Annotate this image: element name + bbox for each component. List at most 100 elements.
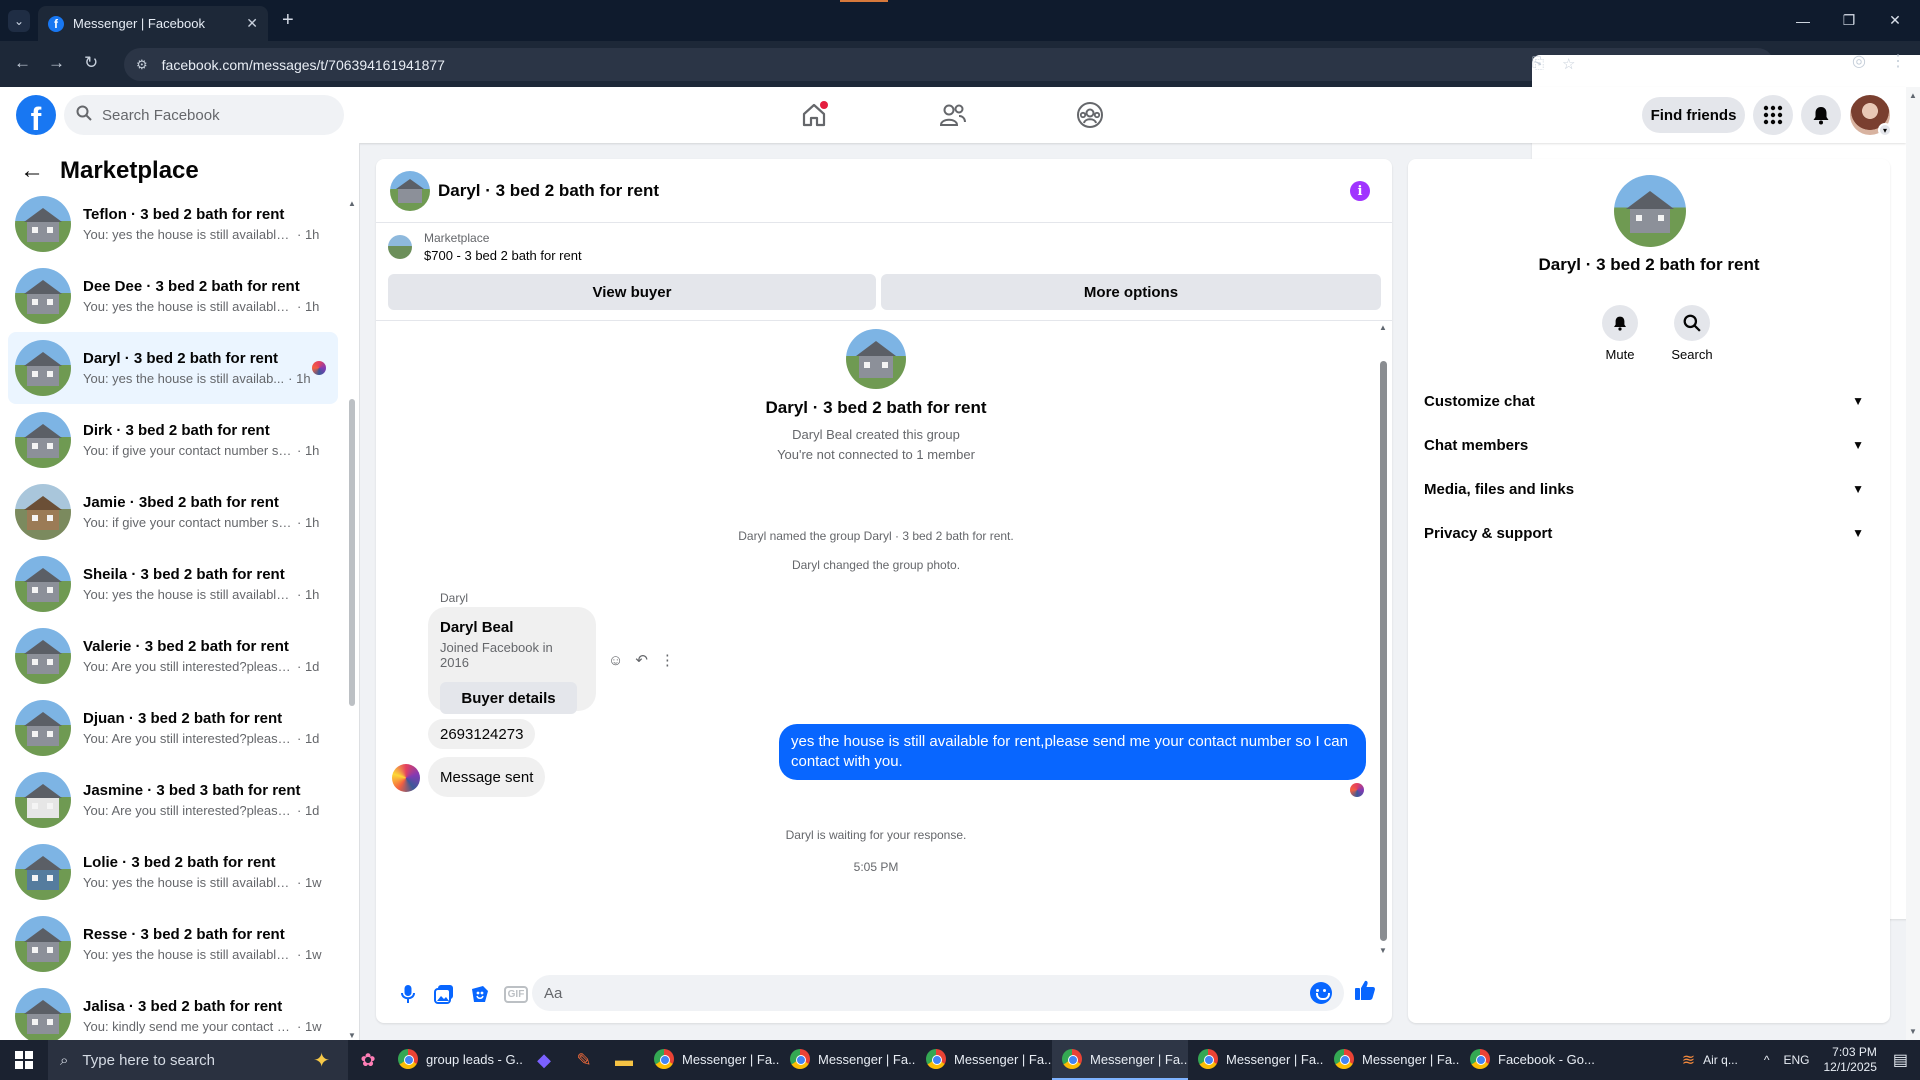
- clock[interactable]: 7:03 PM 12/1/2025: [1823, 1045, 1876, 1075]
- privacy-support-section[interactable]: Privacy & support ▼: [1424, 511, 1874, 555]
- notifications-bell-icon[interactable]: [1801, 95, 1841, 135]
- more-vertical-icon[interactable]: ⋮: [660, 651, 675, 669]
- microphone-icon[interactable]: [390, 976, 426, 1012]
- photo-icon[interactable]: [426, 976, 462, 1012]
- taskbar-app-chrome[interactable]: Messenger | Fa...: [916, 1040, 1052, 1080]
- conversation-snippet: You: yes the house is still availab...: [83, 371, 285, 386]
- marketplace-listing-row[interactable]: Marketplace $700 - 3 bed 2 bath for rent: [388, 231, 582, 263]
- reply-icon[interactable]: ↶: [635, 651, 648, 669]
- restore-window-button[interactable]: ❐: [1826, 0, 1872, 41]
- facebook-logo-icon[interactable]: f: [16, 95, 56, 135]
- scrollbar-thumb[interactable]: [349, 399, 355, 706]
- sender-avatar[interactable]: [392, 764, 420, 792]
- scroll-up-icon[interactable]: ▲: [348, 199, 356, 208]
- conversation-item[interactable]: Jasmine · 3 bed 3 bath for rent You: Are …: [8, 764, 338, 836]
- incoming-message-phone[interactable]: 2693124273: [428, 719, 536, 749]
- conversation-item[interactable]: Sheila · 3 bed 2 bath for rent You: yes t…: [8, 548, 338, 620]
- scroll-down-icon[interactable]: ▼: [348, 1031, 356, 1040]
- notification-center-icon[interactable]: ▤: [1893, 1050, 1908, 1070]
- conversation-item[interactable]: Jamie · 3bed 2 bath for rent You: if give…: [8, 476, 338, 548]
- taskbar-search-placeholder: Type here to search: [82, 1051, 215, 1069]
- taskbar-app-chrome[interactable]: group leads - G...: [388, 1040, 524, 1080]
- conversation-item[interactable]: Dirk · 3 bed 2 bath for rent You: if give…: [8, 404, 338, 476]
- find-friends-button[interactable]: Find friends: [1642, 97, 1745, 133]
- browser-menu-icon[interactable]: ⋮: [1890, 51, 1906, 71]
- incoming-message-sent[interactable]: Message sent: [428, 757, 546, 797]
- conversation-item[interactable]: Valerie · 3 bed 2 bath for rent You: Are …: [8, 620, 338, 692]
- scroll-up-icon[interactable]: ▲: [1909, 91, 1917, 100]
- minimize-window-button[interactable]: —: [1780, 0, 1826, 41]
- back-arrow-icon[interactable]: ←: [20, 157, 44, 185]
- reload-icon[interactable]: ↻: [84, 53, 98, 73]
- thumbs-up-icon[interactable]: [1354, 979, 1376, 1008]
- menu-grid-icon[interactable]: [1753, 95, 1793, 135]
- sidebar-scrollbar[interactable]: ▲ ▼: [348, 199, 356, 1040]
- app-icon[interactable]: ✿: [348, 1040, 388, 1080]
- conversation-item[interactable]: Resse · 3 bed 2 bath for rent You: yes th…: [8, 908, 338, 980]
- groups-icon[interactable]: [1074, 99, 1106, 131]
- more-options-button[interactable]: More options: [881, 274, 1381, 310]
- account-avatar[interactable]: ▾: [1850, 95, 1892, 137]
- profile-icon[interactable]: ◎: [1852, 51, 1866, 71]
- emoji-icon[interactable]: [1310, 982, 1332, 1004]
- read-receipt-avatar: [1350, 783, 1364, 797]
- chat-avatar[interactable]: [390, 170, 430, 211]
- scrollbar-thumb[interactable]: [1380, 361, 1387, 941]
- back-arrow-icon[interactable]: ←: [14, 53, 31, 73]
- outgoing-message[interactable]: yes the house is still available for ren…: [779, 724, 1366, 780]
- close-tab-icon[interactable]: ✕: [246, 15, 258, 32]
- view-buyer-button[interactable]: View buyer: [388, 274, 876, 310]
- taskbar-app-chrome[interactable]: Messenger | Fa...: [1324, 1040, 1460, 1080]
- facebook-search-input[interactable]: Search Facebook: [64, 95, 344, 135]
- file-explorer-icon[interactable]: ▬: [604, 1040, 644, 1080]
- thread-scrollbar[interactable]: ▲ ▼: [1378, 321, 1388, 961]
- bell-icon: [1602, 305, 1638, 341]
- info-icon[interactable]: i: [1350, 181, 1370, 201]
- copilot-icon[interactable]: ◆: [524, 1040, 564, 1080]
- conversation-item[interactable]: Jalisa · 3 bed 2 bath for rent You: kindl…: [8, 980, 338, 1040]
- browser-tab-messenger[interactable]: f Messenger | Facebook ✕: [38, 6, 268, 41]
- message-input[interactable]: Aa: [532, 975, 1344, 1011]
- conversation-item[interactable]: Dee Dee · 3 bed 2 bath for rent You: yes …: [8, 260, 338, 332]
- sticker-icon[interactable]: [462, 976, 498, 1012]
- mute-button[interactable]: Mute: [1590, 305, 1650, 362]
- app-icon[interactable]: ✎: [564, 1040, 604, 1080]
- scroll-down-icon[interactable]: ▼: [1909, 1027, 1917, 1036]
- taskbar-app-chrome-active[interactable]: Messenger | Fa...: [1052, 1040, 1188, 1080]
- buyer-details-button[interactable]: Buyer details: [440, 682, 577, 714]
- friends-icon[interactable]: [937, 99, 969, 131]
- react-emoji-icon[interactable]: ☺: [608, 652, 623, 669]
- conversation-item[interactable]: Teflon · 3 bed 2 bath for rent You: yes t…: [8, 188, 338, 260]
- close-window-button[interactable]: ✕: [1872, 0, 1918, 41]
- taskbar-app-chrome[interactable]: Facebook - Go...: [1460, 1040, 1596, 1080]
- new-tab-button[interactable]: +: [282, 9, 294, 32]
- chat-members-section[interactable]: Chat members ▼: [1424, 423, 1874, 467]
- group-photo-event: Daryl changed the group photo.: [791, 558, 961, 572]
- language-indicator[interactable]: ENG: [1783, 1053, 1809, 1067]
- home-icon[interactable]: [798, 99, 830, 131]
- conversation-item-active[interactable]: Daryl · 3 bed 2 bath for rent You: yes th…: [8, 332, 338, 404]
- taskbar-search-input[interactable]: ⌕ Type here to search ✦: [48, 1040, 348, 1080]
- listing-thumbnail: [388, 235, 412, 259]
- scroll-down-icon[interactable]: ▼: [1379, 946, 1387, 955]
- scroll-up-icon[interactable]: ▲: [1379, 323, 1387, 332]
- media-files-links-section[interactable]: Media, files and links ▼: [1424, 467, 1874, 511]
- forward-arrow-icon[interactable]: →: [48, 53, 65, 73]
- taskbar-app-chrome[interactable]: Messenger | Fa...: [1188, 1040, 1324, 1080]
- windows-start-icon[interactable]: [0, 1040, 48, 1080]
- site-info-icon[interactable]: ⚙: [136, 57, 148, 73]
- customize-chat-section[interactable]: Customize chat ▼: [1424, 379, 1874, 423]
- page-scrollbar[interactable]: ▲ ▼: [1906, 87, 1920, 1040]
- message-timestamp: 5:05 PM: [853, 860, 899, 874]
- conversation-item[interactable]: Djuan · 3 bed 2 bath for rent You: Are yo…: [8, 692, 338, 764]
- search-conversation-button[interactable]: Search: [1662, 305, 1722, 362]
- taskbar-app-chrome[interactable]: Messenger | Fa...: [644, 1040, 780, 1080]
- conversation-item[interactable]: Lolie · 3 bed 2 bath for rent You: yes th…: [8, 836, 338, 908]
- weather-text[interactable]: Air q...: [1703, 1053, 1738, 1067]
- chat-title[interactable]: Daryl · 3 bed 2 bath for rent: [438, 181, 659, 201]
- chevron-up-icon[interactable]: ^: [1764, 1053, 1770, 1067]
- taskbar-app-chrome[interactable]: Messenger | Fa...: [780, 1040, 916, 1080]
- tab-search-button[interactable]: ⌄: [8, 10, 30, 32]
- url-field[interactable]: ⚙ facebook.com/messages/t/70639416194187…: [124, 48, 1920, 919]
- gif-icon[interactable]: GIF: [498, 976, 534, 1012]
